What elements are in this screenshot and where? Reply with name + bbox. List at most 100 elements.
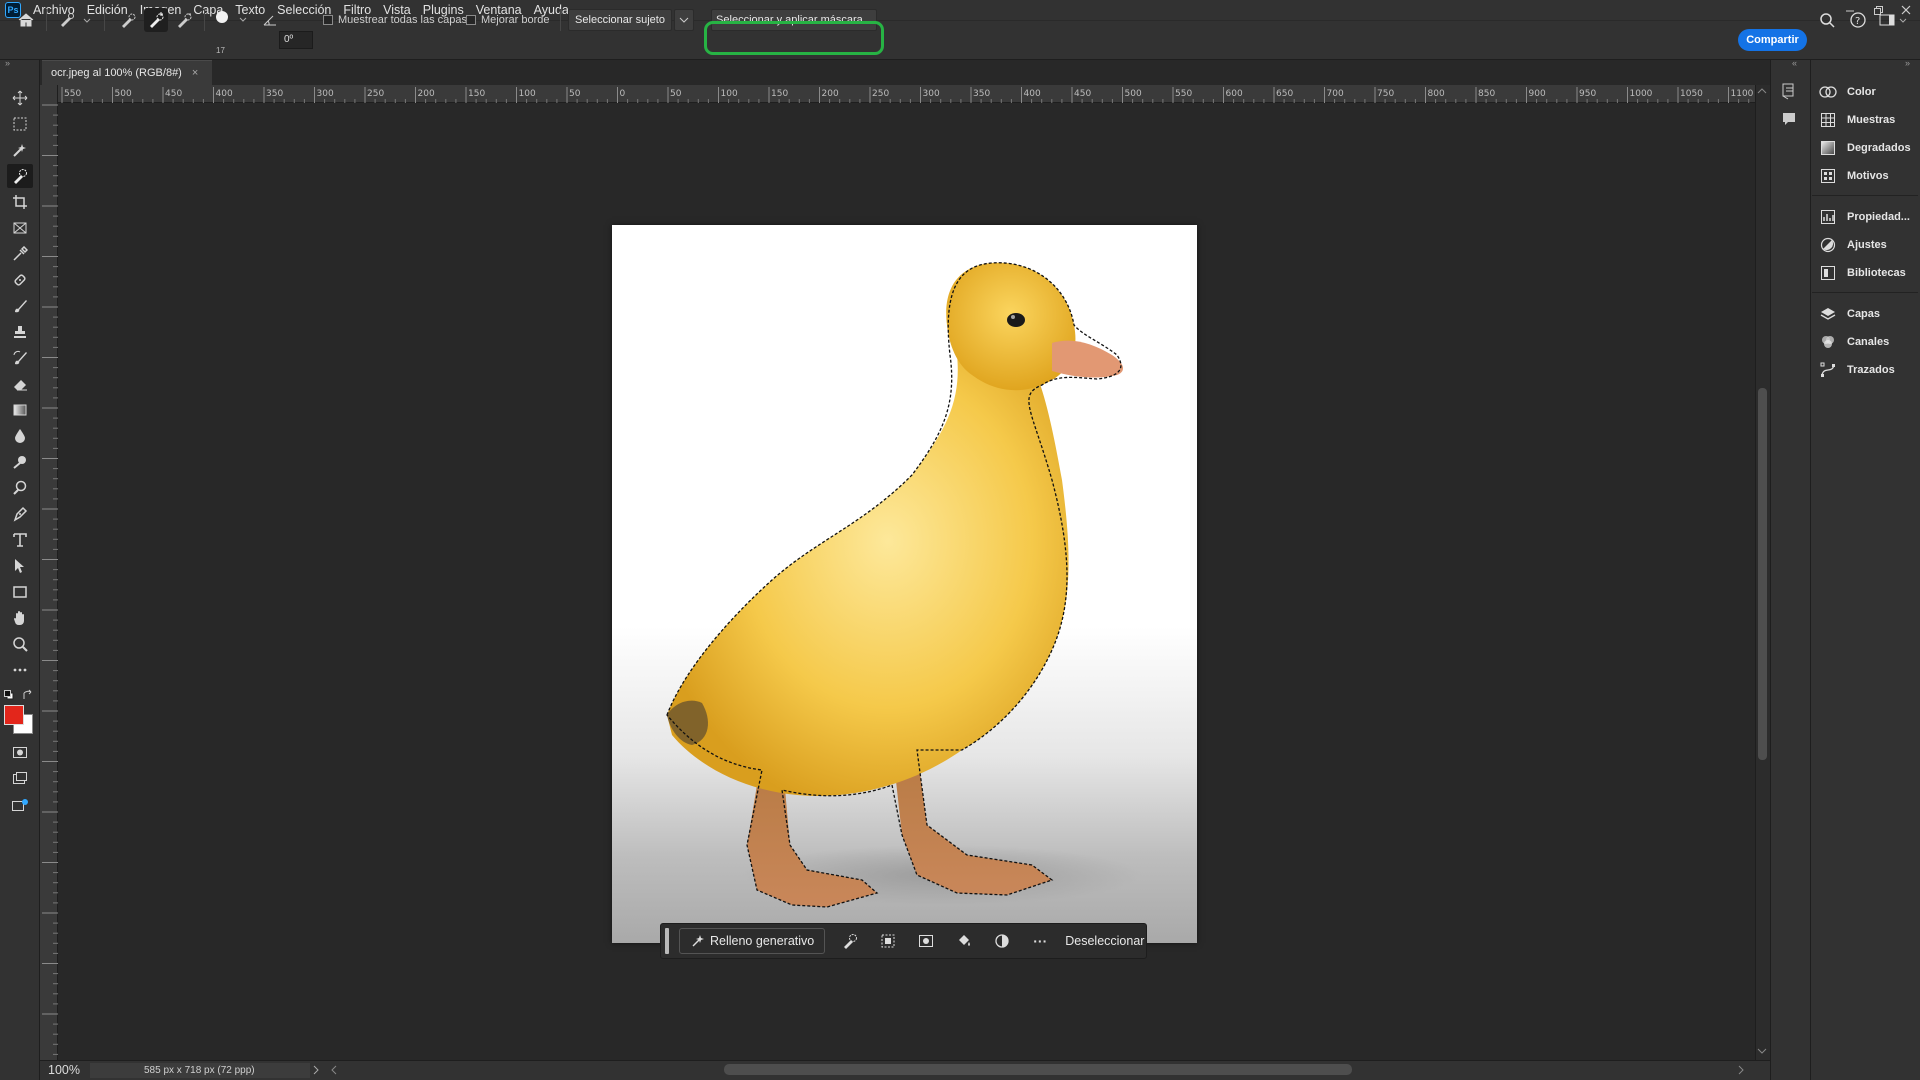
panel-libraries[interactable]: Bibliotecas <box>1819 263 1906 283</box>
tool-preset-picker[interactable] <box>56 8 94 32</box>
zoom-level[interactable]: 100% <box>48 1063 80 1077</box>
panel-gradients[interactable]: Degradados <box>1819 138 1911 158</box>
panel-layers[interactable]: Capas <box>1819 304 1880 324</box>
dodge-tool-icon[interactable] <box>7 450 33 474</box>
marquee-tool-icon[interactable] <box>7 112 33 136</box>
frame-tool-icon[interactable] <box>7 216 33 240</box>
default-colors-icon[interactable] <box>4 690 14 700</box>
document-tab[interactable]: ocr.jpeg al 100% (RGB/8#) × <box>42 60 212 85</box>
panel-patterns-label: Motivos <box>1847 170 1889 182</box>
brush-tool-icon[interactable] <box>7 294 33 318</box>
modify-selection-icon[interactable] <box>831 928 869 954</box>
clone-stamp-tool-icon[interactable] <box>7 320 33 344</box>
blur-tool-icon[interactable] <box>7 424 33 448</box>
generative-fill-button[interactable]: Relleno generativo <box>679 928 826 954</box>
ruler-label: 950 <box>1579 89 1596 99</box>
sample-all-layers-checkbox[interactable]: Muestrear todas las capas <box>323 14 467 26</box>
panel-patterns[interactable]: Motivos <box>1819 166 1889 186</box>
eyedropper-tool-icon[interactable] <box>7 242 33 266</box>
object-selection-tool-icon[interactable] <box>7 138 33 162</box>
panel-paths[interactable]: Trazados <box>1819 360 1895 380</box>
collapse-strip-icon[interactable]: « <box>1792 58 1797 68</box>
ruler-label: 850 <box>1478 89 1495 99</box>
home-icon[interactable] <box>14 8 38 32</box>
history-brush-tool-icon[interactable] <box>7 346 33 370</box>
document-canvas[interactable] <box>612 225 1197 943</box>
new-selection-icon[interactable] <box>116 8 140 32</box>
collapse-toolbar-icon[interactable]: » <box>5 58 10 68</box>
screen-mode-icon[interactable] <box>7 766 33 790</box>
crop-tool-icon[interactable] <box>7 190 33 214</box>
invert-selection-icon[interactable] <box>869 928 907 954</box>
panel-color[interactable]: Color <box>1819 82 1876 102</box>
quick-mask-icon[interactable] <box>7 740 33 764</box>
add-to-selection-icon[interactable] <box>144 8 168 32</box>
panel-properties[interactable]: Propiedad... <box>1819 207 1910 227</box>
eraser-tool-icon[interactable] <box>7 372 33 396</box>
status-expand-icon[interactable] <box>312 1065 320 1075</box>
scroll-down-icon[interactable] <box>1757 1047 1767 1055</box>
type-tool-icon[interactable] <box>7 528 33 552</box>
search-icon[interactable] <box>1815 8 1839 32</box>
panel-icon-strip <box>1770 60 1810 1080</box>
comments-panel-icon[interactable] <box>1780 110 1798 128</box>
select-subject-dropdown[interactable] <box>674 9 694 31</box>
quick-selection-tool-icon[interactable] <box>7 164 33 188</box>
path-selection-tool-icon[interactable] <box>7 554 33 578</box>
collapse-panels-icon[interactable]: » <box>1905 58 1910 68</box>
swap-colors-icon[interactable] <box>22 689 34 701</box>
close-tab-icon[interactable]: × <box>192 67 198 79</box>
duckling-body <box>667 332 1069 796</box>
ruler-label: 600 <box>1226 89 1243 99</box>
panel-divider <box>1812 292 1918 293</box>
workspace-icon[interactable] <box>1876 8 1910 32</box>
taskbar-drag-handle[interactable] <box>665 928 669 954</box>
fill-selection-icon[interactable] <box>945 928 983 954</box>
share-for-review-icon[interactable] <box>7 794 33 818</box>
ruler-label: 350 <box>266 89 283 99</box>
zoom-dodge-burn-icon[interactable] <box>7 476 33 500</box>
horizontal-scroll-thumb[interactable] <box>724 1064 1352 1075</box>
history-panel-icon[interactable] <box>1780 82 1798 100</box>
ruler-label: 200 <box>822 89 839 99</box>
swatches-icon <box>1819 111 1837 129</box>
adjustment-layer-icon[interactable] <box>983 928 1021 954</box>
pen-tool-icon[interactable] <box>7 502 33 526</box>
panel-swatches[interactable]: Muestras <box>1819 110 1895 130</box>
vertical-scroll-thumb[interactable] <box>1758 388 1767 760</box>
ruler-label: 100 <box>519 89 536 99</box>
select-subject-button[interactable]: Seleccionar sujeto <box>568 9 672 31</box>
angle-input[interactable]: 0º <box>279 31 313 49</box>
ruler-label: 0 <box>620 89 626 99</box>
subtract-from-selection-icon[interactable] <box>172 8 196 32</box>
panel-swatches-label: Muestras <box>1847 114 1896 126</box>
panel-divider <box>1812 195 1918 196</box>
more-options-icon[interactable]: ··· <box>1021 928 1059 954</box>
scroll-right-icon[interactable] <box>1737 1065 1745 1075</box>
hand-tool-icon[interactable] <box>7 606 33 630</box>
help-icon[interactable]: ? <box>1846 8 1870 32</box>
ruler-label: 550 <box>1175 89 1192 99</box>
more-tools-icon[interactable] <box>7 658 33 682</box>
panel-adjustments-label: Ajustes <box>1847 239 1887 251</box>
gradient-tool-icon[interactable] <box>7 398 33 422</box>
scroll-left-icon[interactable] <box>330 1065 338 1075</box>
create-mask-icon[interactable] <box>907 928 945 954</box>
document-dimensions[interactable]: 585 px x 718 px (72 ppp) <box>90 1063 310 1078</box>
panel-adjustments[interactable]: Ajustes <box>1819 235 1887 255</box>
foreground-color-swatch[interactable] <box>4 705 24 725</box>
scroll-up-icon[interactable] <box>1757 87 1767 95</box>
paths-icon <box>1819 361 1837 379</box>
panel-channels[interactable]: Canales <box>1819 332 1889 352</box>
move-tool-icon[interactable] <box>7 86 33 110</box>
enhance-edge-checkbox[interactable]: Mejorar borde <box>466 14 549 26</box>
panel-layers-label: Capas <box>1847 308 1881 320</box>
healing-brush-tool-icon[interactable] <box>7 268 33 292</box>
ruler-label: 450 <box>165 89 182 99</box>
rectangle-tool-icon[interactable] <box>7 580 33 604</box>
foreground-color-fill <box>5 706 23 724</box>
zoom-tool-icon[interactable] <box>7 632 33 656</box>
brush-size-picker[interactable] <box>210 8 250 32</box>
deselect-button[interactable]: Deseleccionar <box>1065 934 1144 948</box>
share-button[interactable]: Compartir <box>1738 29 1807 51</box>
